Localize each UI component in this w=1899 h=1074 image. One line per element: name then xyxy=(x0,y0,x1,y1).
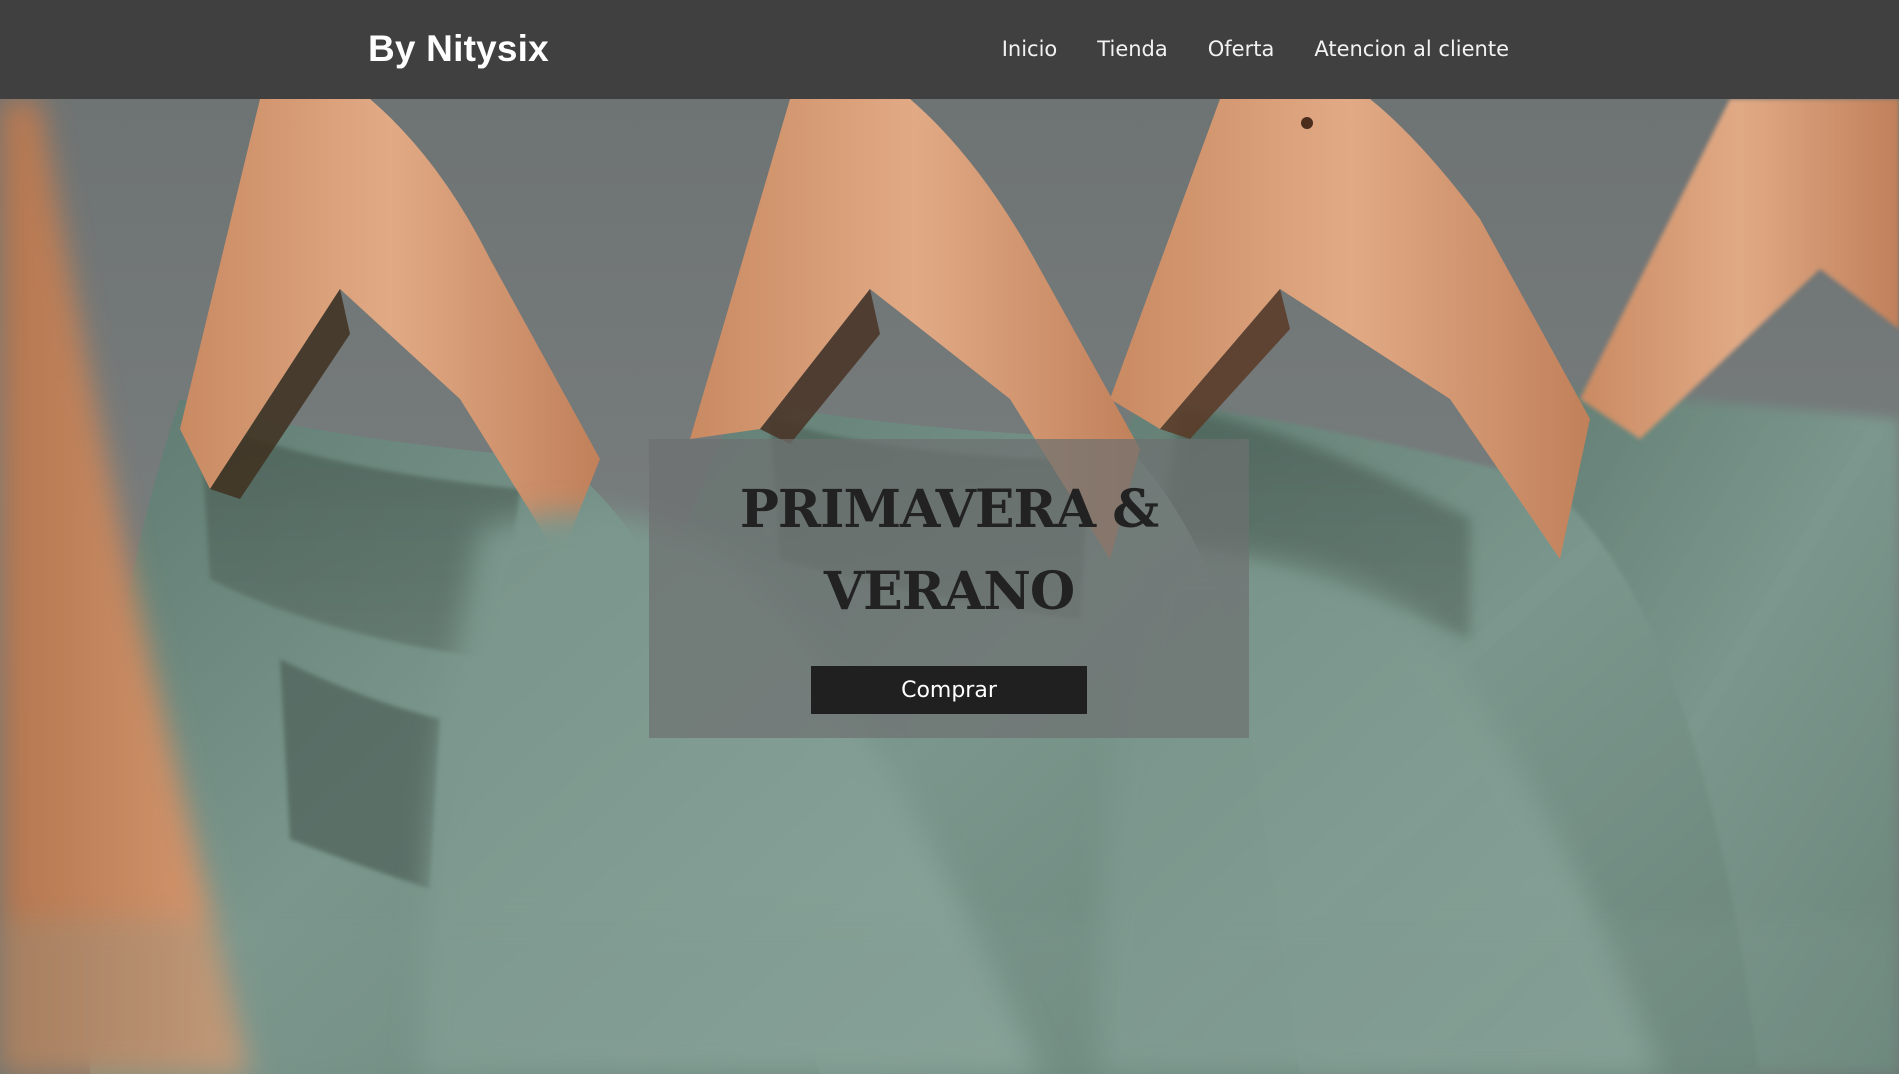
nav-item-inicio: Inicio xyxy=(1002,35,1058,63)
nav-item-atencion: Atencion al cliente xyxy=(1314,35,1509,63)
buy-button[interactable]: Comprar xyxy=(811,666,1087,714)
top-navigation-bar: By Nitysix Inicio Tienda Oferta Atencion… xyxy=(0,0,1899,99)
nav-item-oferta: Oferta xyxy=(1208,35,1275,63)
main-nav: Inicio Tienda Oferta Atencion al cliente xyxy=(1002,35,1509,63)
nav-item-tienda: Tienda xyxy=(1097,35,1167,63)
nav-link-atencion-al-cliente[interactable]: Atencion al cliente xyxy=(1314,37,1509,61)
hero-banner: PRIMAVERA & VERANO Comprar xyxy=(0,99,1899,1074)
promo-box: PRIMAVERA & VERANO Comprar xyxy=(649,439,1249,738)
nav-link-oferta[interactable]: Oferta xyxy=(1208,37,1275,61)
nav-link-tienda[interactable]: Tienda xyxy=(1097,37,1167,61)
page: By Nitysix Inicio Tienda Oferta Atencion… xyxy=(0,0,1899,1074)
nav-link-inicio[interactable]: Inicio xyxy=(1002,37,1058,61)
brand-logo[interactable]: By Nitysix xyxy=(368,27,549,71)
promo-title: PRIMAVERA & VERANO xyxy=(739,479,1159,622)
